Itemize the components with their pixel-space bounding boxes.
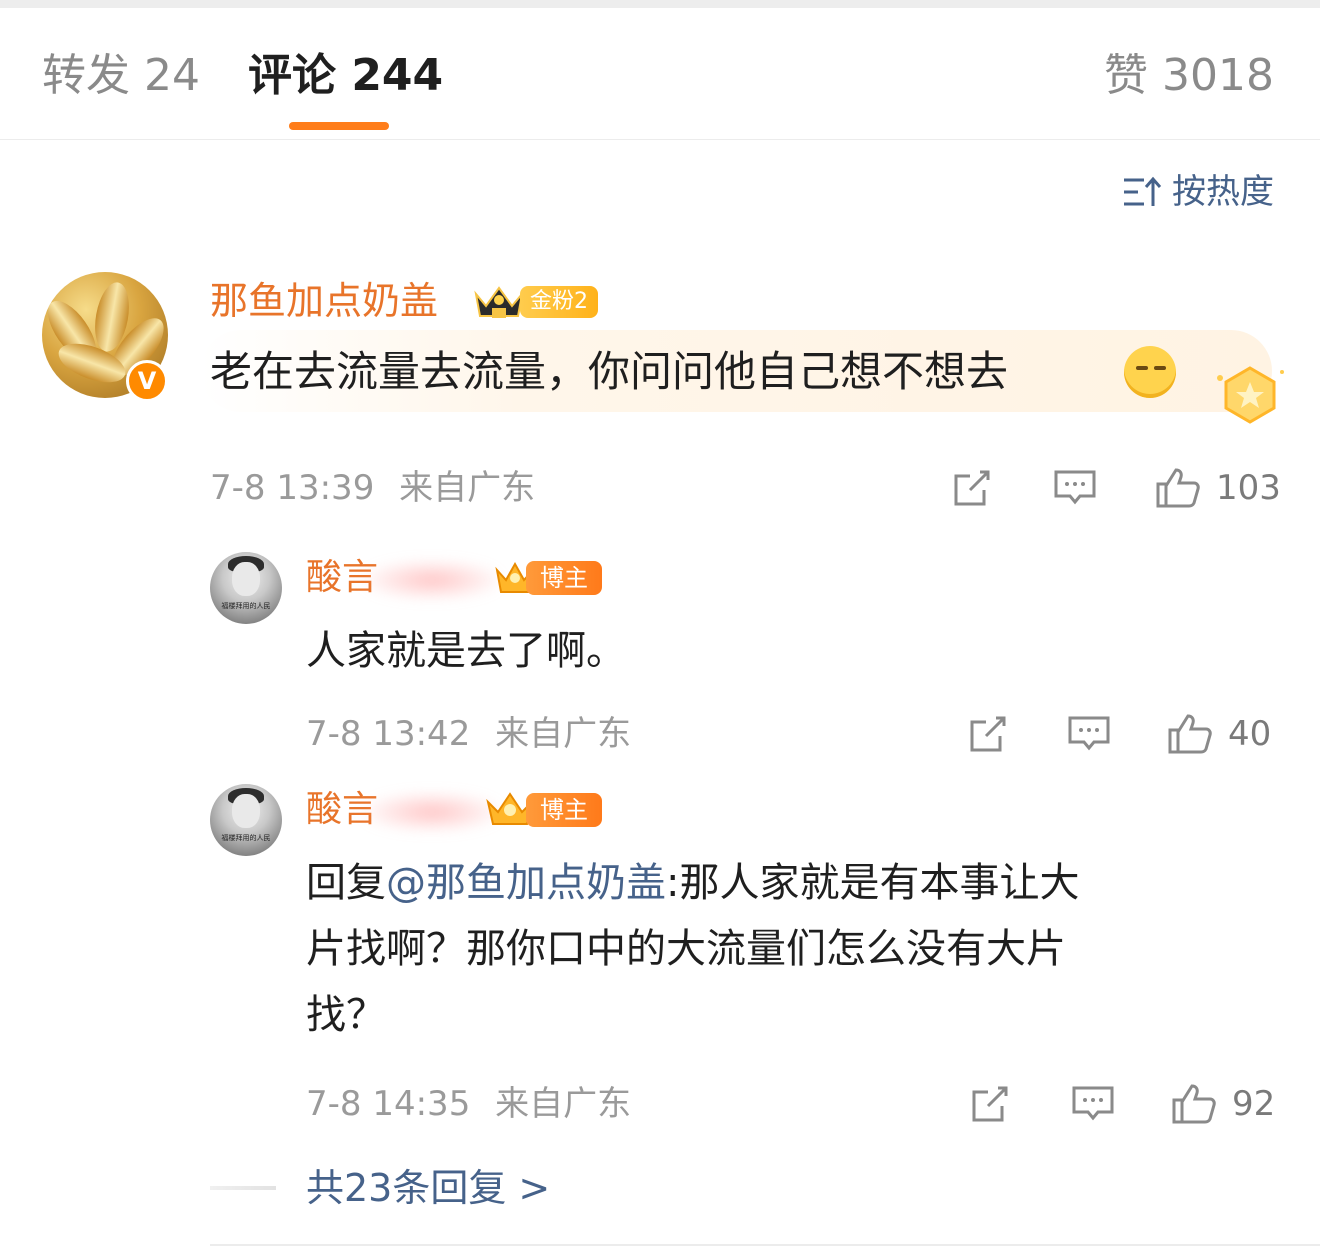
reply-time: 7-8 14:35	[306, 1084, 471, 1124]
verified-badge: V	[126, 360, 168, 402]
mention-link[interactable]: @那鱼加点奶盖	[386, 860, 666, 906]
avatar[interactable]: 福楼拜用的人民	[210, 784, 282, 856]
fan-level-badge: 金粉2	[472, 282, 598, 322]
reply-text: 回复@那鱼加点奶盖:那人家就是有本事让大 片找啊？那你口中的大流量们怎么没有大片…	[306, 850, 1246, 1048]
like-count: 92	[1232, 1084, 1276, 1124]
comment-text: 老在去流量去流量，你问问他自己想不想去	[210, 347, 1009, 396]
host-badge: 博主	[484, 790, 602, 830]
reply-meta: 7-8 14:35 来自广东	[306, 1082, 631, 1126]
commenter-name[interactable]: 那鱼加点奶盖	[210, 278, 438, 324]
redacted-name-blur	[362, 792, 502, 832]
more-replies-link[interactable]: 共23条回复 >	[306, 1164, 550, 1212]
reply-text-line: 找？	[306, 992, 386, 1038]
comment-meta: 7-8 13:39 来自广东	[210, 466, 535, 510]
like-icon[interactable]	[1154, 466, 1202, 510]
reply-actions: 92	[968, 1082, 1275, 1126]
sort-button[interactable]: 按热度	[1122, 170, 1274, 214]
reply-prefix: 回复	[306, 860, 386, 906]
sort-label: 按热度	[1172, 172, 1274, 212]
comment-location: 来自广东	[399, 468, 536, 508]
avatar[interactable]: 福楼拜用的人民	[210, 552, 282, 624]
top-band	[0, 0, 1320, 8]
reply-meta: 7-8 13:42 来自广东	[306, 712, 631, 756]
active-tab-indicator	[289, 122, 389, 130]
tab-repost[interactable]: 转发 24	[42, 50, 200, 102]
tab-comment[interactable]: 评论 244	[248, 50, 443, 102]
like-count: 103	[1216, 468, 1281, 508]
like-count: 40	[1228, 714, 1272, 754]
reply-location: 来自广东	[495, 714, 632, 754]
tab-bar: 转发 24 评论 244 赞 3018	[0, 8, 1320, 140]
like-icon[interactable]	[1166, 712, 1214, 756]
share-icon[interactable]	[968, 1082, 1012, 1126]
reply-icon[interactable]	[1070, 1082, 1116, 1126]
reply-actions: 40	[966, 712, 1271, 756]
reply-text-line: 片找啊？那你口中的大流量们怎么没有大片	[306, 926, 1066, 972]
reply-icon[interactable]	[1066, 712, 1112, 756]
sort-icon	[1124, 176, 1162, 206]
share-icon[interactable]	[966, 712, 1010, 756]
host-badge-label: 博主	[526, 561, 602, 595]
comment-time: 7-8 13:39	[210, 468, 375, 508]
reply-location: 来自广东	[495, 1084, 632, 1124]
host-badge: 博主	[494, 558, 602, 598]
emoji-icon	[1124, 346, 1176, 398]
comment-actions: 103	[950, 466, 1281, 510]
tab-like[interactable]: 赞 3018	[1104, 50, 1274, 102]
fan-badge-label: 金粉2	[520, 286, 598, 318]
reply-icon[interactable]	[1052, 466, 1098, 510]
crown-icon	[474, 286, 524, 318]
reply-time: 7-8 13:42	[306, 714, 471, 754]
reply-text: 人家就是去了啊。	[306, 628, 626, 674]
redacted-name-blur	[362, 560, 502, 600]
reply-text-line: 回复@那鱼加点奶盖:那人家就是有本事让大	[306, 850, 1246, 916]
reply-text-part: :那人家就是有本事让大	[666, 860, 1080, 906]
like-icon[interactable]	[1170, 1082, 1218, 1126]
share-icon[interactable]	[950, 466, 994, 510]
host-badge-label: 博主	[526, 793, 602, 827]
star-badge-icon	[1217, 366, 1284, 424]
divider	[210, 1244, 1320, 1246]
divider	[210, 1186, 276, 1190]
